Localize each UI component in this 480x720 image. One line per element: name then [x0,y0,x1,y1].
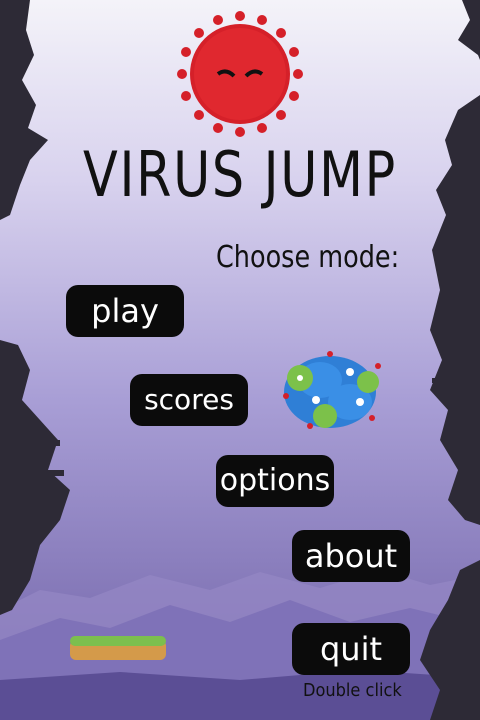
about-button-label: about [304,537,398,575]
play-button-label: play [91,292,159,330]
grass-platform [70,636,166,660]
red-virus-logo [177,11,303,137]
left-pagoda [20,440,60,446]
game-scene [0,0,480,720]
double-click-hint: Double click [303,680,402,701]
scores-button[interactable]: scores [130,374,248,426]
game-title: VIRUS JUMP [83,138,397,211]
left-pagoda-roof [14,470,64,476]
choose-mode-label: Choose mode: [216,240,400,275]
right-pagoda [432,378,474,383]
about-button[interactable]: about [292,530,410,582]
scores-button-label: scores [144,383,234,416]
quit-button[interactable]: quit [292,623,410,675]
options-button-label: options [219,463,331,498]
right-pagoda-roof [436,640,476,645]
play-button[interactable]: play [66,285,184,337]
quit-button-label: quit [319,630,383,668]
options-button[interactable]: options [216,455,334,507]
